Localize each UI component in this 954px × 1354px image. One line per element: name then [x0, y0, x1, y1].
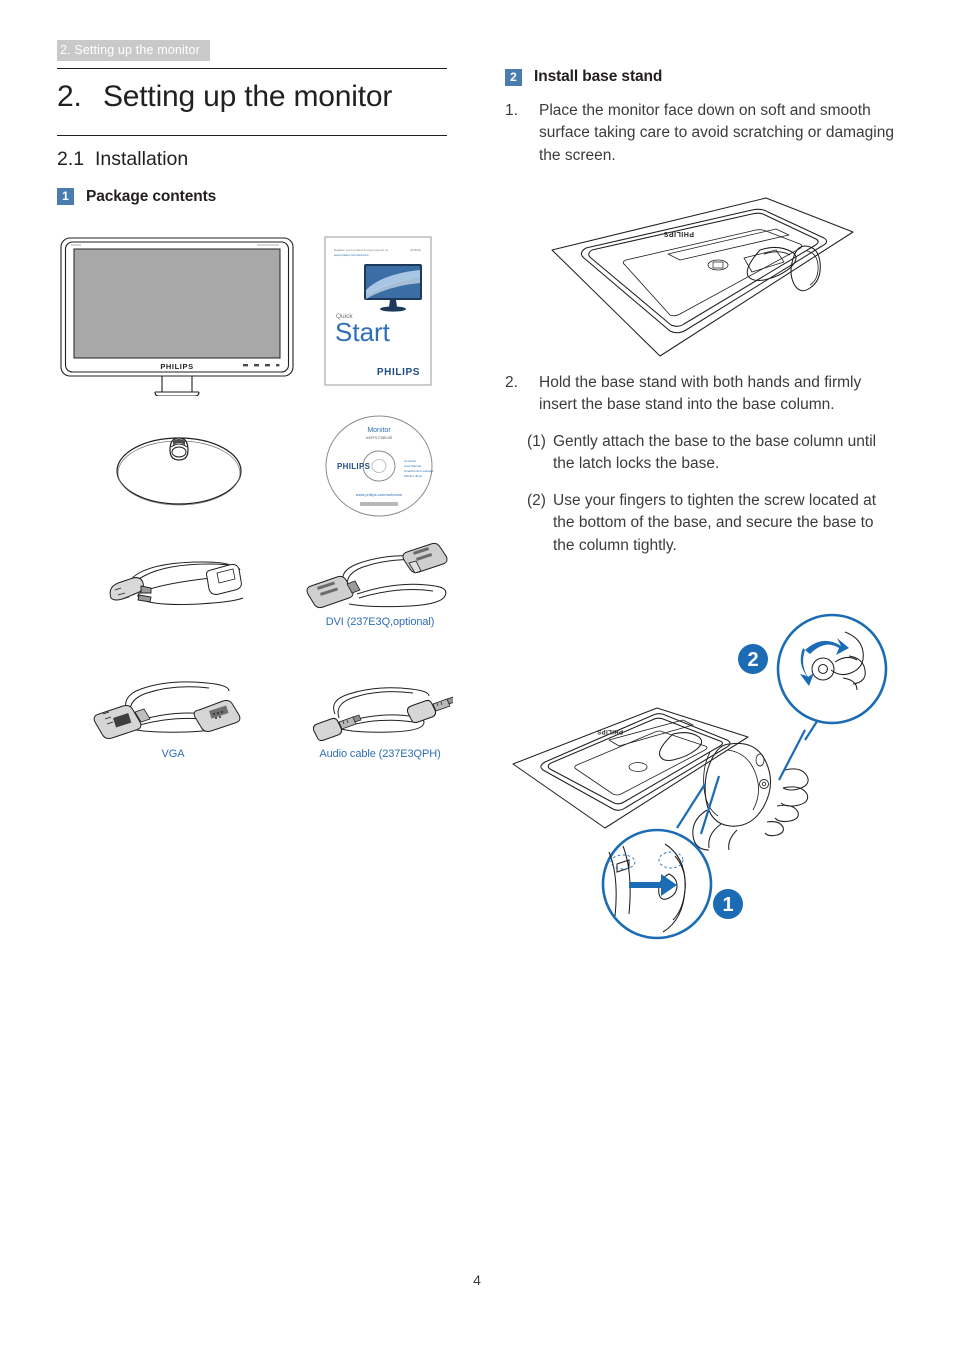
step-1-text: Place the monitor face down on soft and …: [539, 102, 894, 164]
substep-2-text: Use your fingers to tighten the screw lo…: [553, 491, 877, 554]
rule-above-chapter-title: [57, 68, 447, 69]
step-2: 2. Hold the base stand with both hands a…: [505, 372, 897, 417]
right-column: 2 Install base stand 1. Place the monito…: [505, 68, 897, 167]
cd-rom-figure: Monitor user's manual PHILIPS Contents U…: [324, 414, 434, 519]
base-assembly-figure: PHILIPS 2 1: [505, 612, 905, 942]
svg-text:www.philips.com/welcome: www.philips.com/welcome: [334, 253, 369, 257]
install-base-stand-subhead: 2 Install base stand: [505, 68, 897, 86]
vga-cable-figure: [93, 668, 253, 744]
substep-1-text: Gently attach the base to the base colum…: [553, 432, 877, 473]
audio-cable-caption: Audio cable (237E3QPH): [319, 748, 441, 760]
svg-text:237E3Q: 237E3Q: [410, 248, 422, 252]
substep-1-number: (1): [527, 432, 546, 450]
install-steps-list: 1. Place the monitor face down on soft a…: [505, 100, 897, 167]
badge-2: 2: [505, 68, 522, 86]
svg-text:Register your product and get: Register your product and get support at: [334, 248, 388, 252]
badge-1: 1: [57, 188, 74, 206]
power-cable-figure: [93, 536, 253, 616]
page-title: 2. Setting up the monitor: [57, 80, 447, 135]
section-heading: 2.1 Installation: [57, 148, 447, 171]
monitor-brand-label: PHILIPS: [160, 362, 193, 371]
chapter-number: 2.: [57, 80, 82, 113]
step-2-block: 2. Hold the base stand with both hands a…: [505, 372, 897, 557]
step-1: 1. Place the monitor face down on soft a…: [505, 100, 897, 167]
left-column: 2. Setting up the monitor 2.1 Installati…: [57, 68, 447, 206]
cd-subtitle: user's manual: [366, 435, 392, 440]
section-number: 2.1: [57, 147, 85, 170]
magnifier-callout-1: 1: [601, 775, 743, 940]
step-2-substep-2: (2) Use your fingers to tighten the scre…: [505, 490, 897, 557]
install-base-stand-label: Install base stand: [534, 68, 663, 85]
dvi-cable-figure: [305, 532, 455, 612]
audio-cable-figure: [307, 676, 453, 742]
package-contents-figures: PHILIPS Register your product and get su: [57, 236, 455, 776]
svg-text:User Manual: User Manual: [404, 464, 421, 468]
step-2-text: Hold the base stand with both hands and …: [539, 374, 862, 414]
substep-2-number: (2): [527, 491, 546, 509]
cd-tagline: www.philips.com/welcome: [356, 492, 403, 497]
svg-text:Contents: Contents: [404, 459, 417, 463]
monitor-back-brand: PHILIPS: [663, 230, 694, 237]
package-contents-subhead: 1 Package contents: [57, 188, 447, 206]
svg-text:SmartControl software: SmartControl software: [404, 469, 434, 473]
step-2-number: 2.: [505, 374, 518, 391]
cd-title: Monitor: [367, 427, 391, 434]
section-title-text: Installation: [95, 147, 189, 170]
manual-page: 2. Setting up the monitor 2. Setting up …: [0, 0, 954, 1354]
callout-label-1: 1: [722, 894, 733, 916]
cd-brand: PHILIPS: [337, 462, 371, 471]
page-number: 4: [473, 1272, 481, 1288]
monitor-figure: PHILIPS: [57, 236, 297, 396]
dvi-cable-caption: DVI (237E3Q,optional): [325, 616, 435, 628]
svg-text:Monitor driver: Monitor driver: [404, 474, 422, 478]
chapter-title-text: Setting up the monitor: [103, 80, 393, 113]
magnifier-callout-2: 2: [738, 613, 888, 781]
step-2-substep-1: (1) Gently attach the base to the base c…: [505, 431, 897, 476]
quick-start-big-label: Start: [335, 317, 391, 347]
rule-below-chapter-title: [57, 134, 447, 136]
callout-label-2: 2: [747, 649, 758, 671]
base-stand-figure: [114, 424, 244, 508]
monitor-back-brand-2: PHILIPS: [597, 728, 623, 734]
package-contents-label: Package contents: [86, 187, 217, 205]
quick-start-brand: PHILIPS: [377, 367, 420, 378]
running-header: 2. Setting up the monitor: [57, 40, 210, 62]
quick-start-guide-figure: Register your product and get support at…: [324, 236, 432, 386]
vga-cable-caption: VGA: [161, 748, 185, 760]
monitor-face-down-figure: PHILIPS: [508, 196, 894, 366]
step-1-number: 1.: [505, 102, 518, 119]
